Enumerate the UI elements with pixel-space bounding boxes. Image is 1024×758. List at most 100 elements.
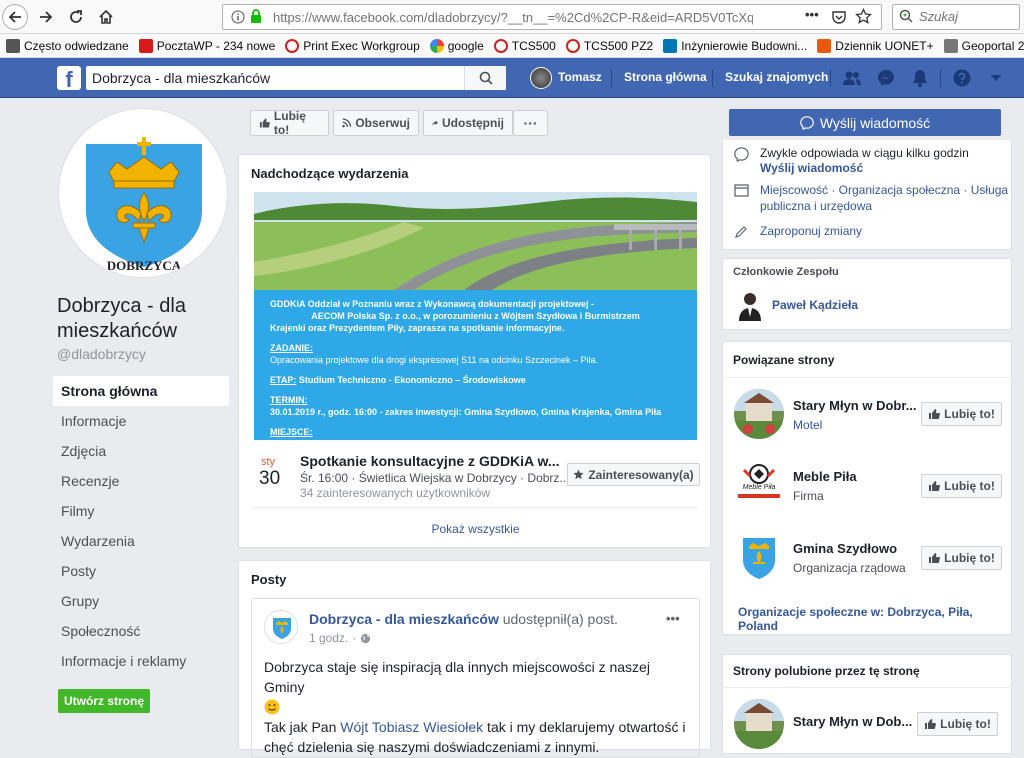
bookmark-item[interactable]: Inżynierowie Budowni... [663,38,807,53]
bookmark-star-icon[interactable] [855,7,872,28]
divider [251,507,698,508]
liked-page-name[interactable]: Stary Młyn w Dob... [793,714,912,729]
reload-icon[interactable] [63,4,89,30]
divider [723,687,1013,688]
page-categories[interactable]: Miejscowość · Organizacja społeczna · Us… [760,182,1010,214]
about-card: Zwykle odpowiada w ciągu kilku godzin Wy… [722,140,1012,250]
create-page-button[interactable]: Utwórz stronę [58,689,150,713]
bookmark-item[interactable]: PocztaWP - 234 nowe [138,38,275,53]
related-page-avatar[interactable] [734,389,784,439]
browser-search-input[interactable] [919,9,1015,24]
post-time[interactable]: 1 godz. [309,631,348,645]
follow-button[interactable]: Obserwuj [333,110,419,136]
forward-icon[interactable] [33,4,59,30]
messenger-icon[interactable] [876,68,896,88]
post-author-avatar[interactable] [264,610,298,644]
search-button[interactable] [464,66,506,90]
google-icon [429,38,444,53]
liked-like-button[interactable]: Lubię to! [917,712,998,736]
facebook-header: f Tomasz Strona główna Szukaj znajomych [0,58,1024,98]
upcoming-events-card: Nadchodzące wydarzenia GDDKiA Oddział w … [238,154,711,548]
friend-requests-icon[interactable] [842,68,862,88]
mention-link[interactable]: Wójt Tobiasz Wiesiołek [340,719,483,735]
page-actions-icon[interactable]: ••• [805,7,819,22]
related-like-button[interactable]: Lubię to! [921,474,1002,498]
find-friends-link[interactable]: Szukaj znajomych [725,70,828,84]
facebook-search-input[interactable] [92,69,462,87]
related-like-button[interactable]: Lubię to! [921,546,1002,570]
help-icon[interactable] [952,68,972,88]
avatar[interactable] [530,67,552,89]
related-page-name[interactable]: Stary Młyn w Dobr... [793,398,917,413]
bookmark-item[interactable]: Geoportal 2 | iMap [943,38,1024,53]
home-icon[interactable] [93,4,119,30]
more-options-button[interactable]: ··· [513,110,548,136]
nav-item-videos[interactable]: Filmy [53,496,229,526]
team-member-link[interactable]: Paweł Kądzieła [772,298,858,312]
related-page-name[interactable]: Meble Piła [793,469,857,484]
send-message-button[interactable]: Wyślij wiadomość [729,109,1001,136]
event-details: Śr. 16:00 · Świetlica Wiejska w Dobrzycy… [300,471,570,485]
event-interest-count: 34 zainteresowanych użytkowników [300,486,491,500]
nav-item-info[interactable]: Informacje [53,406,229,436]
nav-item-info-and-ads[interactable]: Informacje i reklamy [53,646,229,676]
page-handle[interactable]: @dladobrzycy [57,346,146,362]
url-bar[interactable]: https://www.facebook.com/dladobrzycy/?__… [222,4,882,30]
banner-task: Opracowania projektowe dla drogi ekspres… [270,355,599,365]
nav-item-home[interactable]: Strona główna [53,376,229,406]
like-page-button[interactable]: Lubię to! [250,109,329,137]
nav-item-community[interactable]: Społeczność [53,616,229,646]
member-avatar[interactable] [737,291,763,321]
team-card: Członkowie Zespołu Paweł Kądzieła [722,258,1012,330]
banner-stage-label: ETAP: [270,375,297,385]
page-profile-picture[interactable]: DOBRZYCA [58,108,228,278]
bookmark-item[interactable]: Często odwiedzane [6,38,129,53]
share-button[interactable]: Udostępnij [423,110,513,136]
show-all-link[interactable]: Pokaż wszystkie [239,522,712,536]
post-menu-icon[interactable]: ••• [666,611,680,626]
bookmark-item[interactable]: Dziennik UONET+ [817,38,934,53]
nav-item-reviews[interactable]: Recenzje [53,466,229,496]
event-title-link[interactable]: Spotkanie konsultacyjne z GDDKiA w... [300,453,560,469]
nav-item-groups[interactable]: Grupy [53,586,229,616]
facebook-logo-icon[interactable]: f [57,66,81,92]
linkedin-icon [663,38,678,53]
banner-line: AECOM Polska Sp. z o.o., w porozumieniu … [311,311,640,321]
post-body: Dobrzyca staje się inspiracją dla innych… [264,657,689,757]
interested-button[interactable]: Zainteresowany(a) [567,463,700,486]
post-header: Dobrzyca - dla mieszkańców udostępnił(a)… [309,611,618,627]
nav-item-events[interactable]: Wydarzenia [53,526,229,556]
bookmark-item[interactable]: google [429,38,484,53]
wp-icon [138,38,153,53]
banner-task-label: ZADANIE: [270,343,313,353]
notifications-icon[interactable] [910,68,930,88]
info-icon[interactable] [231,10,245,27]
chevron-down-icon[interactable] [986,68,1006,88]
bookmark-item[interactable]: Print Exec Workgroup [285,38,420,53]
page-title[interactable]: Dobrzyca - dla mieszkańców [57,294,232,344]
facebook-search[interactable] [86,66,506,90]
section-title: Powiązane strony [733,353,835,367]
pocket-icon[interactable] [831,9,847,28]
send-message-link[interactable]: Wyślij wiadomość [760,161,863,175]
bookmark-item[interactable]: TCS500 [493,38,556,53]
thumbs-up-icon [929,553,941,563]
back-icon[interactable] [2,4,28,30]
post-author-link[interactable]: Dobrzyca - dla mieszkańców [309,611,499,627]
liked-page-avatar[interactable] [734,699,784,749]
related-page-avatar[interactable]: Meble Piła [734,460,784,510]
home-link[interactable]: Strona główna [624,70,707,84]
related-page-name[interactable]: Gmina Szydłowo [793,541,897,556]
related-page-avatar[interactable] [734,532,784,582]
related-like-button[interactable]: Lubię to! [921,402,1002,426]
suggest-edits-link[interactable]: Zaproponuj zmiany [760,224,862,238]
bookmark-item[interactable]: TCS500 PZ2 [565,38,653,53]
event-banner[interactable]: GDDKiA Oddział w Poznaniu wraz z Wykonaw… [254,192,697,440]
gear-icon [6,38,20,53]
browser-search-bar[interactable] [892,4,1020,30]
nav-item-posts[interactable]: Posty [53,556,229,586]
profile-link[interactable]: Tomasz [558,70,602,84]
nav-item-photos[interactable]: Zdjęcia [53,436,229,466]
related-category-link[interactable]: Organizacje społeczne w: Dobrzyca, Piła,… [738,605,1011,633]
post-meta: 1 godz. · [309,631,371,645]
